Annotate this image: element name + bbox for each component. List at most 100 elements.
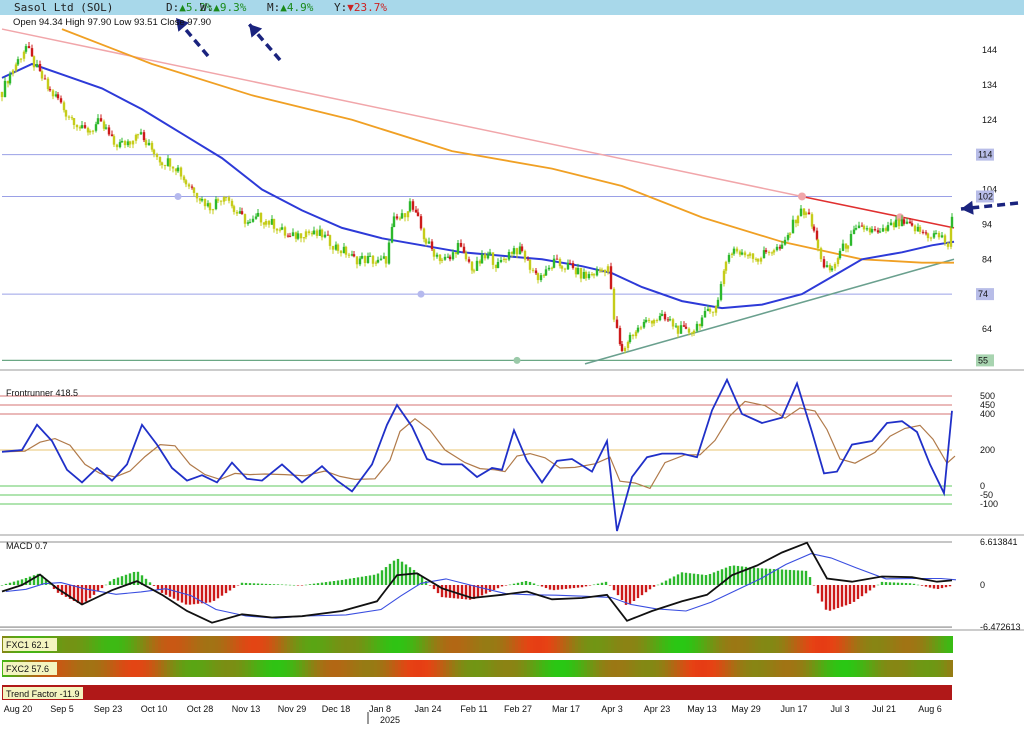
candle xyxy=(200,198,204,201)
macd-histogram-bar xyxy=(760,568,764,585)
fxc1-cell xyxy=(710,636,713,653)
fxc2-cell xyxy=(722,660,725,677)
fxc1-cell xyxy=(656,636,659,653)
fxc1-cell xyxy=(488,636,491,653)
fxc2-cell xyxy=(266,660,269,677)
candle xyxy=(462,246,466,253)
fxc2-cell xyxy=(224,660,227,677)
macd-histogram-bar xyxy=(852,585,856,602)
fxc1-cell xyxy=(563,636,566,653)
fxc1-cell xyxy=(323,636,326,653)
fxc2-cell xyxy=(86,660,89,677)
macd-histogram-bar xyxy=(804,570,808,585)
fxc1-cell xyxy=(683,636,686,653)
fxc1-cell xyxy=(329,636,332,653)
candle xyxy=(179,167,183,177)
candle xyxy=(390,226,394,243)
fxc1-cell xyxy=(62,636,65,653)
candle xyxy=(11,70,15,74)
macd-histogram-bar xyxy=(252,583,256,585)
candle xyxy=(35,64,39,68)
macd-histogram-bar xyxy=(48,584,52,585)
chart-canvas: 1441341241049484641141027455 50045040020… xyxy=(0,16,1024,725)
macd-histogram-bar xyxy=(240,582,244,585)
fxc2-cell xyxy=(398,660,401,677)
fxc1-cell xyxy=(71,636,74,653)
fxc2-cell xyxy=(494,660,497,677)
fxc2-cell xyxy=(149,660,152,677)
fxc1-cell xyxy=(695,636,698,653)
x-tick-label: Dec 18 xyxy=(322,704,351,714)
fxc1-cell xyxy=(101,636,104,653)
candle xyxy=(328,235,332,246)
macd-histogram-bar xyxy=(816,585,820,594)
fxc1-cell xyxy=(818,636,821,653)
fxc1-cell xyxy=(629,636,632,653)
fxc2-cell xyxy=(449,660,452,677)
candle xyxy=(312,230,316,235)
fxc1-cell xyxy=(830,636,833,653)
fxc1-cell xyxy=(515,636,518,653)
frontrunner-label: Frontrunner 418.5 xyxy=(6,388,78,398)
month-change: M:▲4.9% xyxy=(267,1,314,14)
macd-histogram-bar xyxy=(820,585,824,602)
candle xyxy=(897,219,901,227)
fxc1-cell xyxy=(899,636,902,653)
fxc2-cell xyxy=(284,660,287,677)
macd-histogram-bar xyxy=(332,580,336,585)
candle xyxy=(435,254,439,257)
macd-histogram-bar xyxy=(220,585,224,596)
fxc2-cell xyxy=(509,660,512,677)
fxc1-cell xyxy=(929,636,932,653)
fxc2-cell xyxy=(752,660,755,677)
candle xyxy=(115,144,119,148)
macd-histogram-bar xyxy=(756,568,760,585)
fxc1-cell xyxy=(176,636,179,653)
fxc1-cell xyxy=(743,636,746,653)
candle xyxy=(924,232,928,234)
fxc2-cell xyxy=(272,660,275,677)
candle xyxy=(671,319,675,327)
fxc1-cell xyxy=(794,636,797,653)
fxc2-cell xyxy=(926,660,929,677)
candle xyxy=(358,258,362,265)
fxc2-cell xyxy=(629,660,632,677)
macd-histogram-bar xyxy=(88,585,92,599)
fxc2-cell xyxy=(521,660,524,677)
fxc2-cell xyxy=(227,660,230,677)
macd-histogram-bar xyxy=(904,583,908,585)
fxc1-cell xyxy=(608,636,611,653)
fxc2-cell xyxy=(536,660,539,677)
candle xyxy=(576,268,580,275)
fxc2-cell xyxy=(809,660,812,677)
fxc2-cell xyxy=(845,660,848,677)
fxc2-cell xyxy=(704,660,707,677)
fxc1-cell xyxy=(530,636,533,653)
candle xyxy=(606,266,610,273)
macd-histogram-bar xyxy=(740,566,744,585)
fxc1-cell xyxy=(950,636,953,653)
fxc2-cell xyxy=(206,660,209,677)
candle xyxy=(30,48,34,57)
fxc2-cell xyxy=(446,660,449,677)
macd-histogram-bar xyxy=(708,573,712,585)
fxc2-cell xyxy=(689,660,692,677)
fxc1-cell xyxy=(827,636,830,653)
fxc2-cell xyxy=(839,660,842,677)
candle xyxy=(886,225,890,231)
fxc2-cell xyxy=(572,660,575,677)
fxc1-cell xyxy=(476,636,479,653)
candle xyxy=(134,134,138,141)
fxc2-cell xyxy=(950,660,953,677)
fxc1-cell xyxy=(596,636,599,653)
frontrunner-tick-label: 400 xyxy=(980,409,995,419)
fxc2-cell xyxy=(767,660,770,677)
candle xyxy=(27,46,31,49)
fxc2-cell xyxy=(761,660,764,677)
fxc1-cell xyxy=(443,636,446,653)
fxc1-cell xyxy=(911,636,914,653)
fxc1-cell xyxy=(428,636,431,653)
fxc1-cell xyxy=(884,636,887,653)
macd-histogram-bar xyxy=(312,583,316,585)
fxc2-cell xyxy=(599,660,602,677)
